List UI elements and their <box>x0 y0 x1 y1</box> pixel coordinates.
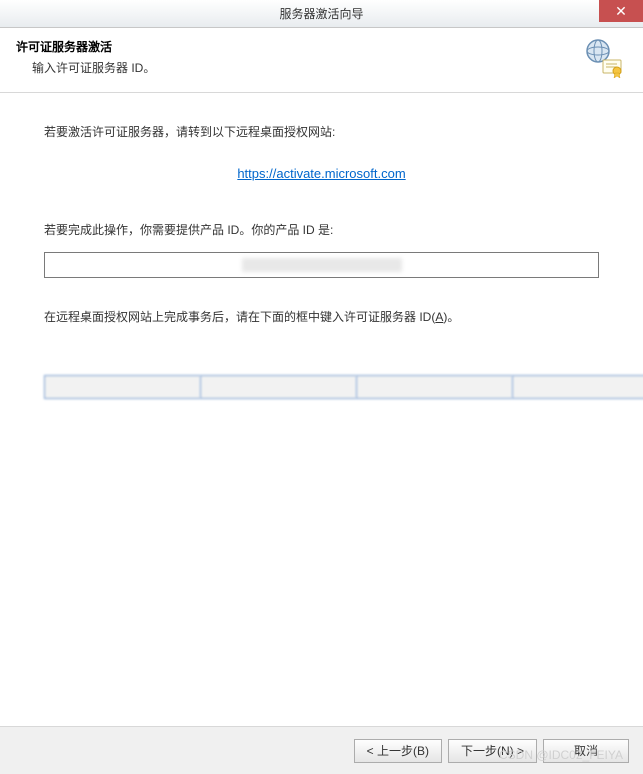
license-id-field-4[interactable] <box>512 375 643 399</box>
back-button[interactable]: < 上一步(B) <box>354 739 442 763</box>
link-row: https://activate.microsoft.com <box>44 166 599 181</box>
wizard-content: 若要激活许可证服务器，请转到以下远程桌面授权网站: https://activa… <box>0 93 643 419</box>
wizard-header: 许可证服务器激活 输入许可证服务器 ID。 <box>0 28 643 93</box>
instruction-text-2: 在远程桌面授权网站上完成事务后，请在下面的框中键入许可证服务器 ID(A)。 <box>44 308 599 325</box>
page-title: 许可证服务器激活 <box>16 38 575 55</box>
close-button[interactable]: ✕ <box>599 0 643 22</box>
wizard-footer: < 上一步(B) 下一步(N) > 取消 <box>0 726 643 774</box>
next-button[interactable]: 下一步(N) > <box>448 739 537 763</box>
license-id-input-group <box>44 375 599 399</box>
certificate-icon <box>583 38 623 78</box>
cancel-button[interactable]: 取消 <box>543 739 629 763</box>
close-icon: ✕ <box>615 3 627 20</box>
page-subtitle: 输入许可证服务器 ID。 <box>16 59 575 76</box>
activation-link[interactable]: https://activate.microsoft.com <box>237 166 405 181</box>
product-id-label: 若要完成此操作，你需要提供产品 ID。你的产品 ID 是: <box>44 221 599 238</box>
window-title: 服务器激活向导 <box>279 5 363 22</box>
product-id-display <box>44 252 599 278</box>
license-id-field-3[interactable] <box>356 375 512 399</box>
license-id-field-2[interactable] <box>200 375 356 399</box>
title-bar: 服务器激活向导 ✕ <box>0 0 643 28</box>
product-id-value <box>242 258 402 272</box>
instruction-text-1: 若要激活许可证服务器，请转到以下远程桌面授权网站: <box>44 123 599 140</box>
license-id-field-1[interactable] <box>44 375 200 399</box>
